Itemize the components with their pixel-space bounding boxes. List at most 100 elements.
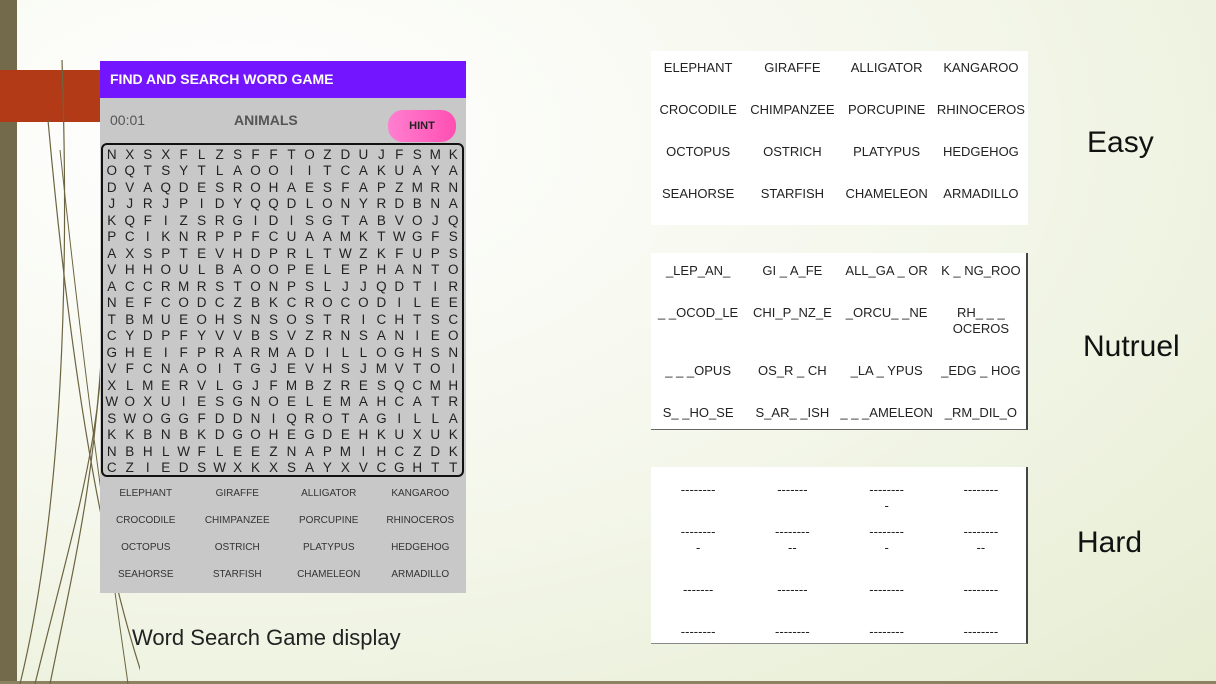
grid-letter[interactable]: L <box>427 411 443 426</box>
grid-letter[interactable]: N <box>158 361 174 376</box>
grid-letter[interactable]: O <box>104 163 120 178</box>
grid-letter[interactable]: Q <box>248 196 264 211</box>
grid-letter[interactable]: A <box>230 163 246 178</box>
grid-letter[interactable]: I <box>140 460 156 475</box>
grid-letter[interactable]: M <box>409 180 425 195</box>
grid-letter[interactable]: D <box>374 295 390 310</box>
grid-letter[interactable]: O <box>140 411 156 426</box>
grid-letter[interactable]: A <box>374 328 390 343</box>
hint-button[interactable]: HINT <box>387 109 457 143</box>
grid-letter[interactable]: A <box>230 345 246 360</box>
grid-letter[interactable]: K <box>194 427 210 442</box>
grid-letter[interactable]: E <box>284 394 300 409</box>
grid-letter[interactable]: I <box>194 196 210 211</box>
grid-letter[interactable]: L <box>409 295 425 310</box>
grid-letter[interactable]: P <box>194 345 210 360</box>
grid-letter[interactable]: R <box>284 246 300 261</box>
grid-letter[interactable]: J <box>338 279 354 294</box>
grid-letter[interactable]: N <box>248 411 264 426</box>
grid-letter[interactable]: O <box>176 295 192 310</box>
grid-letter[interactable]: A <box>302 444 318 459</box>
grid-letter[interactable]: D <box>230 411 246 426</box>
grid-letter[interactable]: M <box>427 147 443 162</box>
grid-letter[interactable]: S <box>104 411 120 426</box>
grid-letter[interactable]: G <box>158 411 174 426</box>
grid-letter[interactable]: L <box>212 378 228 393</box>
grid-letter[interactable]: O <box>302 147 318 162</box>
grid-letter[interactable]: A <box>356 394 372 409</box>
grid-letter[interactable]: K <box>248 460 264 475</box>
grid-letter[interactable]: F <box>122 361 138 376</box>
grid-letter[interactable]: A <box>320 229 336 244</box>
grid-letter[interactable]: D <box>212 196 228 211</box>
grid-letter[interactable]: R <box>338 378 354 393</box>
grid-letter[interactable]: Q <box>284 411 300 426</box>
grid-letter[interactable]: X <box>409 427 425 442</box>
grid-letter[interactable]: Z <box>302 328 318 343</box>
grid-letter[interactable]: P <box>230 229 246 244</box>
grid-letter[interactable]: N <box>284 444 300 459</box>
grid-letter[interactable]: P <box>427 246 443 261</box>
grid-letter[interactable]: I <box>427 279 443 294</box>
grid-letter[interactable]: K <box>445 444 461 459</box>
grid-letter[interactable]: J <box>122 196 138 211</box>
grid-letter[interactable]: L <box>356 345 372 360</box>
grid-letter[interactable]: H <box>122 345 138 360</box>
grid-letter[interactable]: E <box>284 427 300 442</box>
grid-letter[interactable]: F <box>176 328 192 343</box>
grid-letter[interactable]: A <box>284 345 300 360</box>
grid-letter[interactable]: E <box>230 444 246 459</box>
grid-letter[interactable]: N <box>409 262 425 277</box>
grid-letter[interactable]: Z <box>356 246 372 261</box>
grid-letter[interactable]: C <box>140 279 156 294</box>
grid-letter[interactable]: O <box>122 394 138 409</box>
grid-letter[interactable]: T <box>284 147 300 162</box>
grid-letter[interactable]: E <box>338 427 354 442</box>
grid-letter[interactable]: F <box>338 180 354 195</box>
grid-letter[interactable]: C <box>158 295 174 310</box>
grid-letter[interactable]: N <box>338 196 354 211</box>
grid-letter[interactable]: R <box>230 180 246 195</box>
grid-letter[interactable]: Q <box>392 378 408 393</box>
grid-letter[interactable]: Q <box>122 213 138 228</box>
grid-letter[interactable]: A <box>445 411 461 426</box>
grid-letter[interactable]: Y <box>320 460 336 475</box>
grid-letter[interactable]: I <box>302 163 318 178</box>
grid-letter[interactable]: U <box>392 427 408 442</box>
grid-letter[interactable]: U <box>176 262 192 277</box>
grid-letter[interactable]: L <box>194 147 210 162</box>
grid-letter[interactable]: S <box>302 312 318 327</box>
grid-letter[interactable]: I <box>445 361 461 376</box>
grid-letter[interactable]: O <box>427 361 443 376</box>
grid-letter[interactable]: A <box>356 213 372 228</box>
grid-letter[interactable]: V <box>104 361 120 376</box>
grid-letter[interactable]: M <box>140 312 156 327</box>
grid-letter[interactable]: H <box>266 427 282 442</box>
grid-letter[interactable]: U <box>409 246 425 261</box>
grid-letter[interactable]: U <box>158 394 174 409</box>
grid-letter[interactable]: H <box>409 460 425 475</box>
grid-letter[interactable]: L <box>338 345 354 360</box>
grid-letter[interactable]: V <box>122 180 138 195</box>
grid-letter[interactable]: M <box>266 345 282 360</box>
grid-letter[interactable]: O <box>320 295 336 310</box>
grid-letter[interactable]: I <box>212 361 228 376</box>
grid-letter[interactable]: B <box>122 312 138 327</box>
grid-letter[interactable]: G <box>230 213 246 228</box>
grid-letter[interactable]: K <box>122 427 138 442</box>
grid-letter[interactable]: E <box>140 345 156 360</box>
grid-letter[interactable]: F <box>176 147 192 162</box>
grid-letter[interactable]: D <box>212 427 228 442</box>
grid-letter[interactable]: T <box>338 411 354 426</box>
grid-letter[interactable]: T <box>104 312 120 327</box>
grid-letter[interactable]: H <box>374 394 390 409</box>
grid-letter[interactable]: S <box>140 147 156 162</box>
grid-letter[interactable]: N <box>158 427 174 442</box>
grid-letter[interactable]: Q <box>122 163 138 178</box>
grid-letter[interactable]: E <box>194 246 210 261</box>
grid-letter[interactable]: M <box>427 378 443 393</box>
grid-letter[interactable]: Z <box>212 147 228 162</box>
grid-letter[interactable]: C <box>409 378 425 393</box>
grid-letter[interactable]: S <box>212 279 228 294</box>
grid-letter[interactable]: V <box>356 460 372 475</box>
